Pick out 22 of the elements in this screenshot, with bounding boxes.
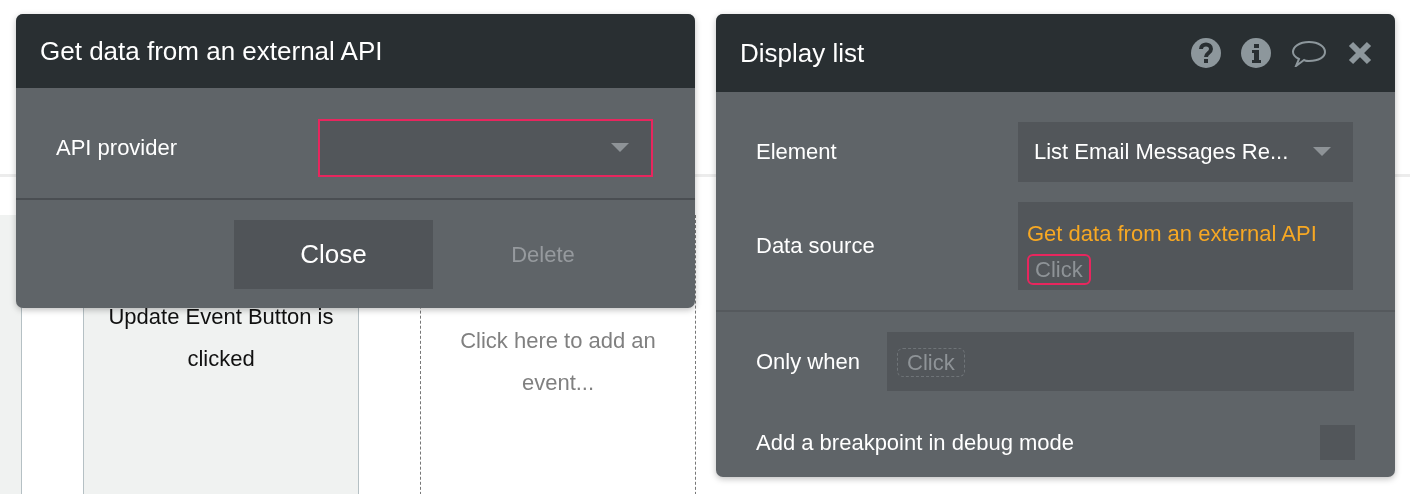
info-icon[interactable] [1241,38,1271,68]
field-label: Add a breakpoint in debug mode [756,429,1074,456]
event-label: Update Event Button is clicked [107,303,335,373]
help-icon[interactable] [1191,38,1221,68]
close-button[interactable]: Close [234,220,433,289]
caret-icon [1313,147,1331,157]
close-icon[interactable] [1347,40,1373,66]
expression-field[interactable]: Get data from an external API Click [1018,202,1353,290]
caret-icon [611,143,629,153]
dropdown[interactable]: List Email Messages Re... [1018,122,1353,182]
expression-field[interactable]: Click [887,332,1354,391]
field-label: Data source [756,233,876,259]
field-label: Element [756,139,838,165]
click-placeholder[interactable]: Click [1027,254,1091,285]
expression-text: Get data from an external API [1027,221,1317,246]
event-label: Click here to add an event... [459,327,657,397]
field-label: Only when [756,348,861,375]
dialog-title: Get data from an external API [40,35,383,67]
speech-bubble-icon[interactable] [1291,39,1327,67]
dialog-title: Display list [740,37,865,69]
field-label: API provider [56,135,179,161]
click-placeholder[interactable]: Click [897,348,965,377]
